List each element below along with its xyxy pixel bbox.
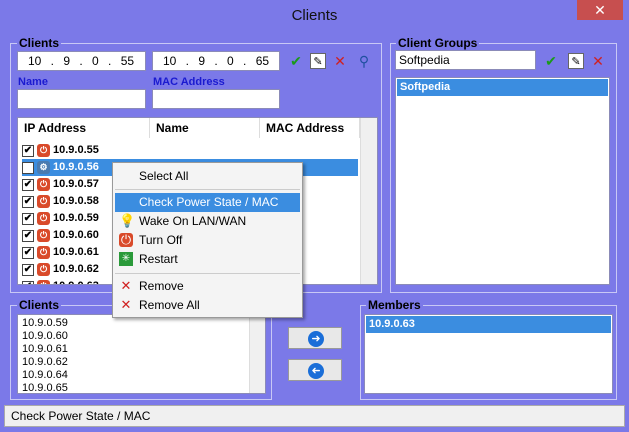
menu-label: Turn Off: [139, 233, 183, 247]
delete-icon[interactable]: ✕: [332, 53, 348, 69]
clients-box-item[interactable]: 10.9.0.64: [22, 369, 68, 382]
power-icon: ⏻: [37, 280, 50, 284]
client-row[interactable]: ✔ ⏻ 10.9.0.59: [22, 210, 99, 227]
client-row[interactable]: ✔ ⏻ 10.9.0.57: [22, 176, 99, 193]
search-icon[interactable]: ⚲: [356, 53, 372, 69]
menu-label: Remove All: [139, 298, 200, 312]
checkbox[interactable]: ✔: [22, 246, 34, 259]
menu-separator: [115, 189, 300, 190]
power-icon: ⏻: [37, 229, 50, 242]
menu-label: Remove: [139, 279, 184, 293]
client-ip: 10.9.0.58: [53, 195, 99, 207]
column-mac[interactable]: MAC Address: [260, 118, 360, 138]
menu-label: Select All: [139, 169, 189, 183]
menu-remove-all[interactable]: ✕ Remove All: [115, 296, 300, 315]
menu-label: Restart: [139, 252, 178, 266]
menu-label: Check Power State / MAC: [139, 195, 279, 209]
checkbox[interactable]: ✔: [22, 178, 34, 191]
members-label: Members: [366, 298, 423, 312]
menu-turn-off[interactable]: ⏻ Turn Off: [115, 231, 300, 250]
clients-box-label: Clients: [17, 298, 62, 312]
name-field[interactable]: [17, 89, 146, 109]
client-ip: 10.9.0.60: [53, 229, 99, 241]
power-icon: ⏻: [119, 232, 133, 247]
clients-box-item[interactable]: 10.9.0.61: [22, 343, 68, 356]
menu-label: Wake On LAN/WAN: [139, 214, 247, 228]
members-list: 10.9.0.63: [364, 314, 613, 394]
menu-separator: [115, 273, 300, 274]
ip-from-field[interactable]: 10 . 9 . 0 . 55: [17, 51, 146, 71]
checkbox[interactable]: ✔: [22, 161, 34, 174]
checkbox[interactable]: ✔: [22, 195, 34, 208]
power-icon: ⏻: [37, 144, 50, 157]
ip-to-field[interactable]: 10 . 9 . 0 . 65: [152, 51, 280, 71]
checkbox[interactable]: ✔: [22, 280, 34, 284]
checkbox[interactable]: ✔: [22, 212, 34, 225]
power-icon: ⏻: [37, 263, 50, 276]
power-icon: ⏻: [37, 195, 50, 208]
clients-box-item[interactable]: 10.9.0.62: [22, 356, 68, 369]
power-icon: ⏻: [37, 246, 50, 259]
client-row[interactable]: ✔ ⏻ 10.9.0.55: [22, 142, 99, 159]
client-ip: 10.9.0.62: [53, 263, 99, 275]
bulb-icon: 💡: [119, 213, 136, 228]
mac-label: MAC Address: [153, 76, 225, 88]
group-item[interactable]: Softpedia: [397, 79, 608, 96]
client-row[interactable]: ✔ ⏻ 10.9.0.62: [22, 261, 99, 278]
group-name-field[interactable]: Softpedia: [395, 50, 536, 70]
client-row[interactable]: ✔ ⏻ 10.9.0.58: [22, 193, 99, 210]
client-row[interactable]: ✔ ⏻ 10.9.0.60: [22, 227, 99, 244]
client-row[interactable]: ✔ ⏻ 10.9.0.61: [22, 244, 99, 261]
add-member-button[interactable]: ➜: [288, 327, 342, 349]
clients-group-label: Clients: [17, 36, 62, 50]
edit-icon[interactable]: ✎: [310, 53, 326, 69]
client-ip: 10.9.0.55: [53, 144, 99, 156]
clients-box-item[interactable]: 10.9.0.65: [22, 382, 68, 393]
checkbox[interactable]: ✔: [22, 263, 34, 276]
close-button[interactable]: ✕: [577, 0, 623, 20]
client-ip: 10.9.0.61: [53, 246, 99, 258]
checkbox[interactable]: ✔: [22, 229, 34, 242]
name-label: Name: [18, 76, 48, 88]
arrow-right-icon: ➜: [308, 331, 324, 347]
group-check-icon[interactable]: ✔: [543, 53, 559, 69]
clients-box-list: 10.9.0.59 10.9.0.60 10.9.0.61 10.9.0.62 10.9…: [17, 314, 266, 394]
power-icon: ⏻: [37, 212, 50, 225]
client-row[interactable]: ✔⏻10.9.0.63: [22, 278, 99, 284]
status-bar: Check Power State / MAC: [4, 405, 625, 427]
checkbox[interactable]: ✔: [22, 144, 34, 157]
member-item[interactable]: 10.9.0.63: [366, 316, 611, 333]
client-groups-label: Client Groups: [396, 36, 480, 50]
column-ip[interactable]: IP Address: [18, 118, 150, 138]
client-ip: 10.9.0.59: [53, 212, 99, 224]
client-ip: 10.9.0.63: [53, 278, 99, 284]
clients-box-scrollbar[interactable]: [249, 315, 265, 393]
power-icon: ⚙: [37, 161, 50, 174]
restart-icon: ✳: [119, 252, 133, 266]
menu-select-all[interactable]: Select All: [115, 167, 300, 186]
mac-field[interactable]: [152, 89, 280, 109]
remove-member-button[interactable]: ➜: [288, 359, 342, 381]
remove-all-icon: ✕: [120, 297, 132, 312]
window-title: Clients: [291, 7, 338, 24]
arrow-left-icon: ➜: [308, 363, 324, 379]
menu-restart[interactable]: ✳ Restart: [115, 250, 300, 269]
list-scrollbar[interactable]: [360, 118, 377, 284]
remove-icon: ✕: [120, 278, 132, 293]
client-ip: 10.9.0.57: [53, 178, 99, 190]
menu-wake-on-lan[interactable]: 💡 Wake On LAN/WAN: [115, 212, 300, 231]
group-delete-icon[interactable]: ✕: [590, 53, 606, 69]
context-menu: Select All Check Power State / MAC 💡 Wake…: [112, 162, 303, 318]
menu-check-power[interactable]: Check Power State / MAC: [115, 193, 300, 212]
column-name[interactable]: Name: [150, 118, 260, 138]
group-list: Softpedia: [395, 77, 610, 285]
clients-box-item[interactable]: 10.9.0.60: [22, 330, 68, 343]
clients-box-item[interactable]: 10.9.0.59: [22, 317, 68, 330]
check-icon[interactable]: ✔: [288, 53, 304, 69]
menu-remove[interactable]: ✕ Remove: [115, 277, 300, 296]
group-edit-icon[interactable]: ✎: [568, 53, 584, 69]
client-ip: 10.9.0.56: [53, 161, 99, 173]
power-icon: ⏻: [37, 178, 50, 191]
